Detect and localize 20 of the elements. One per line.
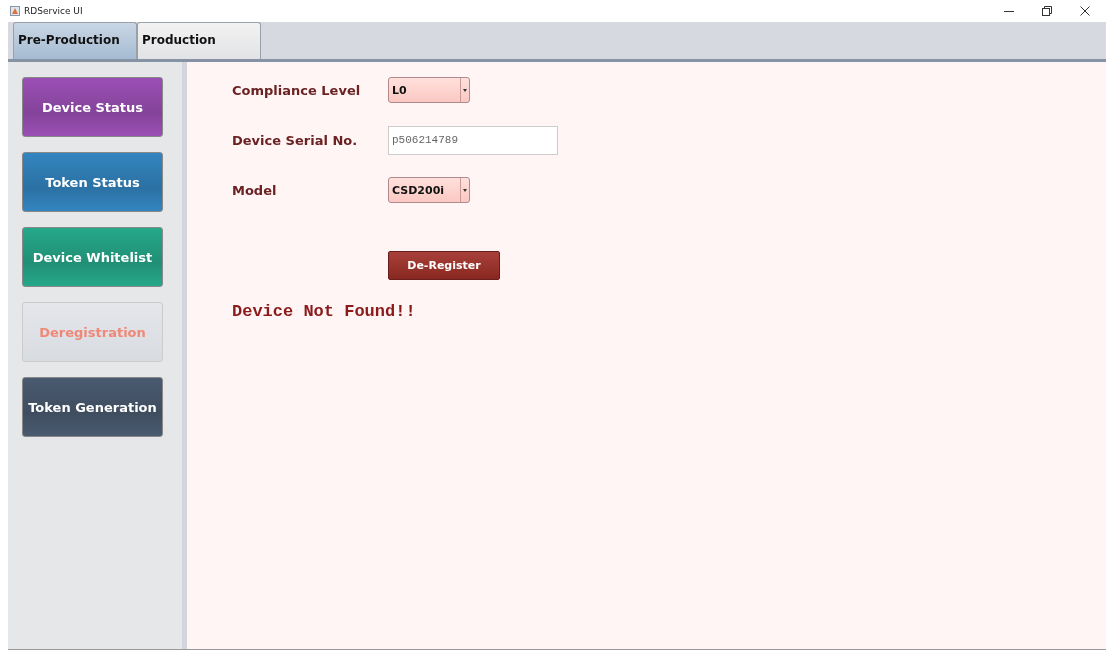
field-label: Device Serial No.	[232, 132, 359, 148]
caret-icon	[463, 188, 467, 192]
sidebar-button[interactable]: Token Status	[22, 152, 163, 212]
field-label: Model	[232, 182, 278, 198]
restore-icon[interactable]	[1042, 6, 1052, 16]
tab[interactable]: Pre-Production	[13, 22, 137, 59]
field-label: Compliance Level	[232, 82, 362, 98]
sidebar-button[interactable]: Device Status	[22, 77, 163, 137]
sidebar-button[interactable]: Device Whitelist	[22, 227, 163, 287]
de-register-button[interactable]: De-Register	[388, 251, 500, 280]
dropdown[interactable]: CSD200i	[388, 177, 470, 203]
sidebar-button[interactable]: Token Generation	[22, 377, 163, 437]
app-icon	[10, 6, 20, 16]
dropdown[interactable]: L0	[388, 77, 470, 103]
input-field[interactable]: p506214789	[388, 125, 558, 155]
status-message: Device Not Found!!	[232, 302, 417, 321]
window-title: RDService UI	[24, 6, 83, 16]
close-icon[interactable]	[1080, 6, 1090, 16]
caret-icon	[463, 88, 467, 92]
tab[interactable]: Production	[137, 22, 261, 59]
